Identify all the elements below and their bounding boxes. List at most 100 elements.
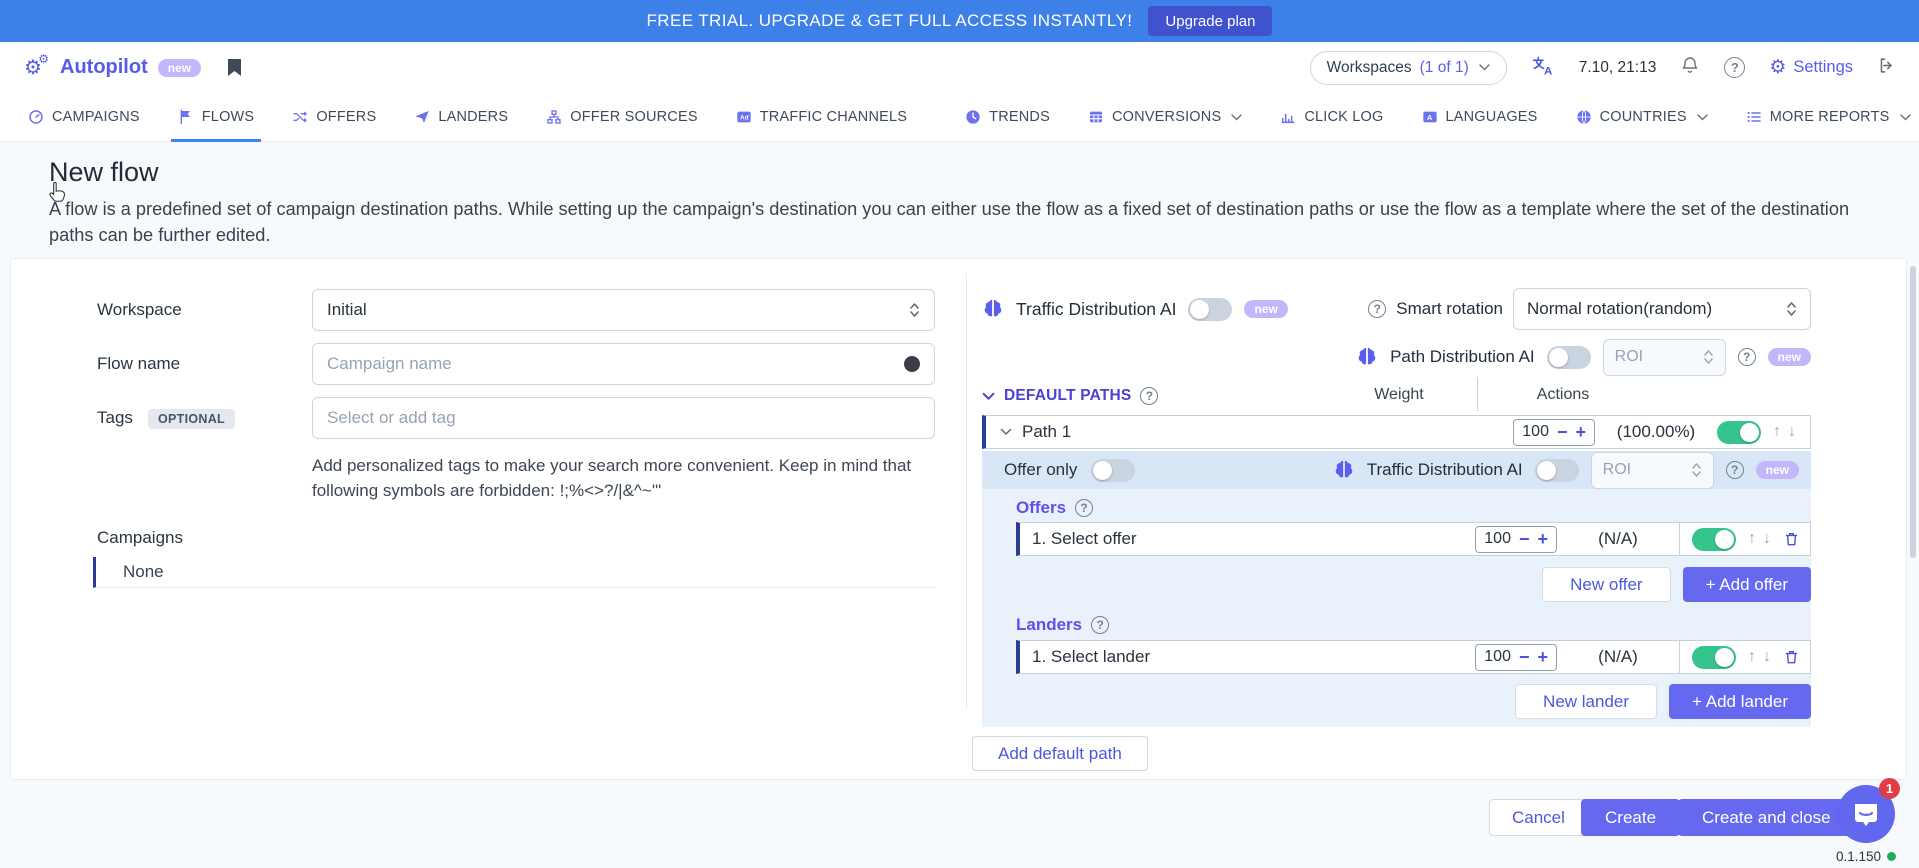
select-chevrons-icon: [1786, 301, 1797, 317]
path-distribution-ai-row: Path Distribution AI ROI ? new: [1356, 338, 1811, 376]
path-enabled-toggle[interactable]: [1717, 421, 1761, 444]
default-paths-header[interactable]: DEFAULT PATHS ?: [982, 383, 1158, 409]
workspaces-selector[interactable]: Workspaces (1 of 1): [1310, 51, 1507, 85]
new-offer-button[interactable]: New offer: [1542, 567, 1670, 602]
brand-new-badge: new: [158, 59, 201, 77]
tab-click-log[interactable]: CLICK LOG: [1261, 93, 1402, 141]
upgrade-plan-button[interactable]: Upgrade plan: [1148, 6, 1272, 36]
lander-delete-trash-icon[interactable]: [1783, 648, 1800, 666]
offer-move-up-icon[interactable]: ↑: [1748, 530, 1756, 548]
smart-rotation-select[interactable]: Normal rotation(random): [1513, 288, 1811, 330]
flow-name-input[interactable]: [312, 343, 935, 385]
tab-languages[interactable]: A LANGUAGES: [1403, 93, 1557, 141]
lander-weight-minus-button[interactable]: −: [1519, 648, 1530, 666]
ai-brain-icon: [982, 298, 1004, 320]
offer-row[interactable]: 1. Select offer 100 − + (N/A) ↑ ↓: [1016, 522, 1811, 556]
path-move-up-icon[interactable]: ↑: [1773, 423, 1781, 441]
tab-trends[interactable]: TRENDS: [946, 93, 1069, 141]
tags-input[interactable]: [312, 397, 935, 439]
tab-landers[interactable]: LANDERS: [395, 93, 527, 141]
default-paths-title: DEFAULT PATHS: [1004, 387, 1131, 405]
trends-clock-icon: [965, 109, 981, 125]
path-row[interactable]: Path 1 100 − + (100.00%) ↑ ↓: [982, 415, 1811, 449]
offer-enabled-toggle[interactable]: [1692, 528, 1736, 551]
tab-offer-sources[interactable]: OFFER SOURCES: [527, 93, 716, 141]
version-label: 0.1.150: [1836, 849, 1896, 864]
chevron-down-icon: [1231, 114, 1242, 121]
chat-unread-badge: 1: [1879, 778, 1900, 799]
campaigns-gauge-icon: [28, 109, 44, 125]
offers-help-icon[interactable]: ?: [1075, 499, 1093, 517]
path-ai-roi-select[interactable]: ROI: [1603, 339, 1726, 376]
add-lander-button[interactable]: + Add lander: [1669, 684, 1811, 719]
add-offer-button[interactable]: + Add offer: [1683, 567, 1811, 602]
create-and-close-button[interactable]: Create and close: [1678, 799, 1855, 836]
offer-weight-percent: (N/A): [1569, 529, 1667, 549]
offer-delete-trash-icon[interactable]: [1783, 530, 1800, 548]
traffic-ai-toggle[interactable]: [1188, 298, 1232, 321]
bookmark-icon[interactable]: [227, 58, 242, 77]
brand-name: Autopilot: [60, 56, 148, 79]
tab-more-reports[interactable]: MORE REPORTS: [1727, 93, 1919, 141]
scrollbar[interactable]: [1910, 266, 1916, 558]
tab-flows[interactable]: FLOWS: [159, 93, 274, 141]
help-icon[interactable]: ?: [1724, 57, 1745, 78]
path-ai-help-icon[interactable]: ?: [1738, 348, 1756, 366]
translate-icon[interactable]: A: [1531, 55, 1555, 81]
notifications-bell-icon[interactable]: [1680, 55, 1700, 81]
offer-move-down-icon[interactable]: ↓: [1763, 530, 1771, 548]
path-weight-minus-button[interactable]: −: [1557, 423, 1568, 441]
new-badge: new: [1768, 348, 1811, 366]
settings-button[interactable]: ⚙ Settings: [1769, 58, 1853, 77]
color-dot[interactable]: [904, 356, 920, 372]
new-flow-card: Workspace Initial Flow name Tags OPTIONA…: [10, 258, 1907, 780]
path-weight-value[interactable]: 100: [1522, 423, 1549, 441]
select-chevrons-icon: [1703, 349, 1714, 365]
create-button[interactable]: Create: [1581, 799, 1680, 836]
offer-weight-minus-button[interactable]: −: [1519, 530, 1530, 548]
new-lander-button[interactable]: New lander: [1515, 684, 1657, 719]
add-default-path-button[interactable]: Add default path: [972, 736, 1148, 771]
path-move-down-icon[interactable]: ↓: [1788, 423, 1796, 441]
path-traffic-ai-roi-select[interactable]: ROI: [1591, 452, 1714, 489]
tags-label: Tags: [97, 408, 133, 428]
tab-campaigns[interactable]: CAMPAIGNS: [28, 93, 159, 141]
path-ai-toggle[interactable]: [1547, 346, 1591, 369]
app-header: ⚙⚙ Autopilot new Workspaces (1 of 1) A 7…: [0, 42, 1919, 93]
offer-weight-plus-button[interactable]: +: [1537, 530, 1548, 548]
lander-weight-plus-button[interactable]: +: [1537, 648, 1548, 666]
path-traffic-ai-toggle[interactable]: [1535, 459, 1579, 482]
lander-weight-value[interactable]: 100: [1484, 648, 1511, 666]
lander-move-up-icon[interactable]: ↑: [1748, 648, 1756, 666]
tab-offers[interactable]: OFFERS: [273, 93, 395, 141]
tab-countries[interactable]: COUNTRIES: [1557, 93, 1727, 141]
campaigns-label: Campaigns: [97, 528, 183, 548]
path-traffic-ai-help-icon[interactable]: ?: [1726, 461, 1744, 479]
autopilot-gears-icon: ⚙⚙: [24, 58, 50, 78]
logout-icon[interactable]: [1877, 56, 1897, 80]
click-log-bars-icon: [1280, 109, 1296, 125]
tab-conversions[interactable]: CONVERSIONS: [1069, 93, 1261, 141]
workspace-select[interactable]: Initial: [312, 289, 935, 331]
brand[interactable]: ⚙⚙ Autopilot new: [24, 56, 201, 79]
traffic-channels-ad-icon: Ad: [736, 109, 752, 125]
offer-sources-sitemap-icon: [546, 109, 562, 125]
lander-row[interactable]: 1. Select lander 100 − + (N/A) ↑ ↓: [1016, 640, 1811, 674]
landers-help-icon[interactable]: ?: [1091, 616, 1109, 634]
chevron-down-icon: [1479, 64, 1490, 71]
lander-weight-percent: (N/A): [1569, 647, 1667, 667]
path-weight-plus-button[interactable]: +: [1575, 423, 1586, 441]
lander-move-down-icon[interactable]: ↓: [1763, 648, 1771, 666]
svg-text:Ad: Ad: [740, 115, 749, 122]
offer-weight-value[interactable]: 100: [1484, 530, 1511, 548]
offer-only-toggle[interactable]: [1091, 459, 1135, 482]
default-paths-help-icon[interactable]: ?: [1140, 387, 1158, 405]
offers-shuffle-icon: [292, 109, 308, 125]
workspaces-label: Workspaces: [1327, 59, 1412, 77]
tab-traffic-channels[interactable]: Ad TRAFFIC CHANNELS: [717, 93, 926, 141]
smart-rotation-help-icon[interactable]: ?: [1368, 300, 1386, 318]
flows-flag-icon: [178, 109, 194, 125]
cancel-button[interactable]: Cancel: [1489, 799, 1588, 836]
lander-enabled-toggle[interactable]: [1692, 646, 1736, 669]
workspace-value: Initial: [327, 300, 367, 320]
